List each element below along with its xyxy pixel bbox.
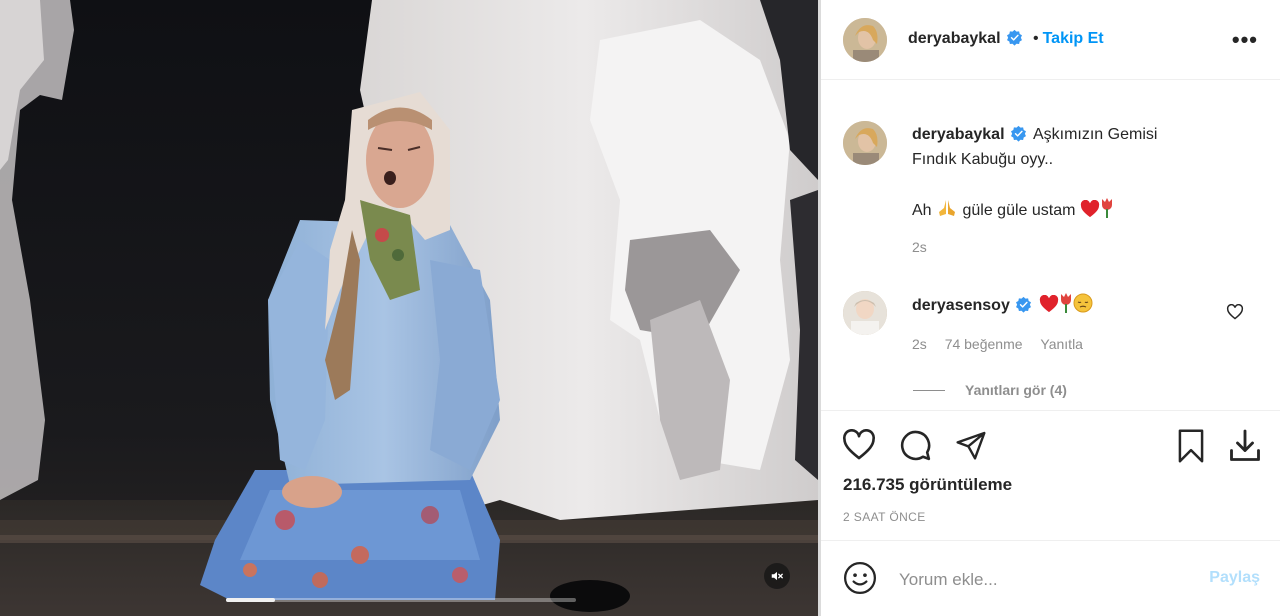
comment-reply-button[interactable]: Yanıtla bbox=[1040, 336, 1083, 352]
view-replies-label: Yanıtları gör (4) bbox=[965, 382, 1067, 398]
comment-composer: Paylaş bbox=[821, 540, 1280, 616]
save-icon[interactable] bbox=[1174, 428, 1208, 464]
comment-line: deryasensoy bbox=[912, 291, 1212, 318]
mute-button[interactable] bbox=[764, 563, 790, 589]
view-replies-button[interactable]: Yanıtları gör (4) bbox=[913, 382, 1067, 400]
caption-text-3b: güle güle ustam bbox=[962, 202, 1076, 219]
more-dots-icon: ••• bbox=[1231, 27, 1258, 52]
post-time[interactable]: 2 SAAT ÖNCE bbox=[843, 510, 926, 524]
follow-button[interactable]: Takip Et bbox=[1043, 30, 1104, 47]
tulip-icon bbox=[1101, 198, 1112, 218]
emoji-picker-icon[interactable] bbox=[843, 561, 877, 595]
author-username[interactable]: deryabaykal bbox=[908, 30, 1001, 47]
verified-badge-icon bbox=[1015, 296, 1031, 313]
author-avatar-image bbox=[843, 18, 887, 62]
header-separator: • bbox=[1032, 30, 1039, 47]
tulip-icon bbox=[1061, 293, 1072, 313]
pensive-face-icon bbox=[1073, 293, 1093, 313]
caption-text-2: Fındık Kabuğu oyy.. bbox=[912, 151, 1054, 168]
caption-timestamp[interactable]: 2s bbox=[912, 235, 1252, 260]
comment-item: deryasensoy 2s 74 beğenme Yanıtla bbox=[912, 291, 1212, 357]
caption: deryabaykal Aşkımızın Gemisi Fındık Kabu… bbox=[912, 122, 1252, 260]
like-icon[interactable] bbox=[841, 429, 877, 461]
post-media[interactable] bbox=[0, 0, 818, 616]
caption-line-1: deryabaykal Aşkımızın Gemisi bbox=[912, 122, 1252, 147]
comment-icon[interactable] bbox=[898, 428, 932, 462]
verified-badge-icon bbox=[1010, 125, 1026, 142]
header-meta: deryabaykal • Takip Et bbox=[908, 29, 1104, 48]
comment-like-icon[interactable] bbox=[1226, 304, 1244, 320]
download-icon[interactable] bbox=[1227, 428, 1263, 464]
post-header: deryabaykal • Takip Et ••• bbox=[821, 0, 1280, 80]
caption-text-3a: Ah bbox=[912, 202, 932, 219]
comment-input[interactable] bbox=[897, 565, 1191, 595]
video-progress-bar[interactable] bbox=[226, 598, 576, 602]
caption-text-1: Aşkımızın Gemisi bbox=[1032, 126, 1158, 143]
video-progress-fill bbox=[226, 598, 275, 602]
red-heart-icon bbox=[1040, 295, 1059, 313]
more-options-button[interactable]: ••• bbox=[1231, 27, 1258, 52]
author-avatar[interactable] bbox=[843, 18, 887, 62]
share-icon[interactable] bbox=[954, 429, 988, 461]
comment-meta: 2s 74 beğenme Yanıtla bbox=[912, 332, 1212, 357]
post-actions: 216.735 görüntüleme 2 SAAT ÖNCE bbox=[821, 410, 1280, 540]
comment-avatar-image bbox=[843, 291, 887, 335]
view-count[interactable]: 216.735 görüntüleme bbox=[843, 475, 1012, 495]
verified-badge-icon bbox=[1006, 29, 1022, 46]
caption-author-avatar[interactable] bbox=[843, 121, 887, 165]
folded-hands-icon bbox=[939, 200, 956, 216]
comments-section: deryabaykal Aşkımızın Gemisi Fındık Kabu… bbox=[821, 80, 1280, 410]
comment-likes[interactable]: 74 beğenme bbox=[945, 336, 1023, 352]
caption-avatar-image bbox=[843, 121, 887, 165]
caption-line-3: Ah güle güle ustam bbox=[912, 196, 1252, 223]
post-side-panel: deryabaykal • Takip Et ••• deryabaykal Aş… bbox=[821, 0, 1280, 616]
post-comment-button[interactable]: Paylaş bbox=[1209, 569, 1260, 587]
comment-avatar[interactable] bbox=[843, 291, 887, 335]
red-heart-icon bbox=[1080, 200, 1100, 218]
caption-username[interactable]: deryabaykal bbox=[912, 126, 1005, 143]
video-frame bbox=[0, 0, 818, 616]
view-replies-line bbox=[913, 390, 945, 392]
comment-username[interactable]: deryasensoy bbox=[912, 297, 1010, 314]
comment-timestamp[interactable]: 2s bbox=[912, 336, 927, 352]
speaker-muted-icon bbox=[771, 571, 783, 581]
